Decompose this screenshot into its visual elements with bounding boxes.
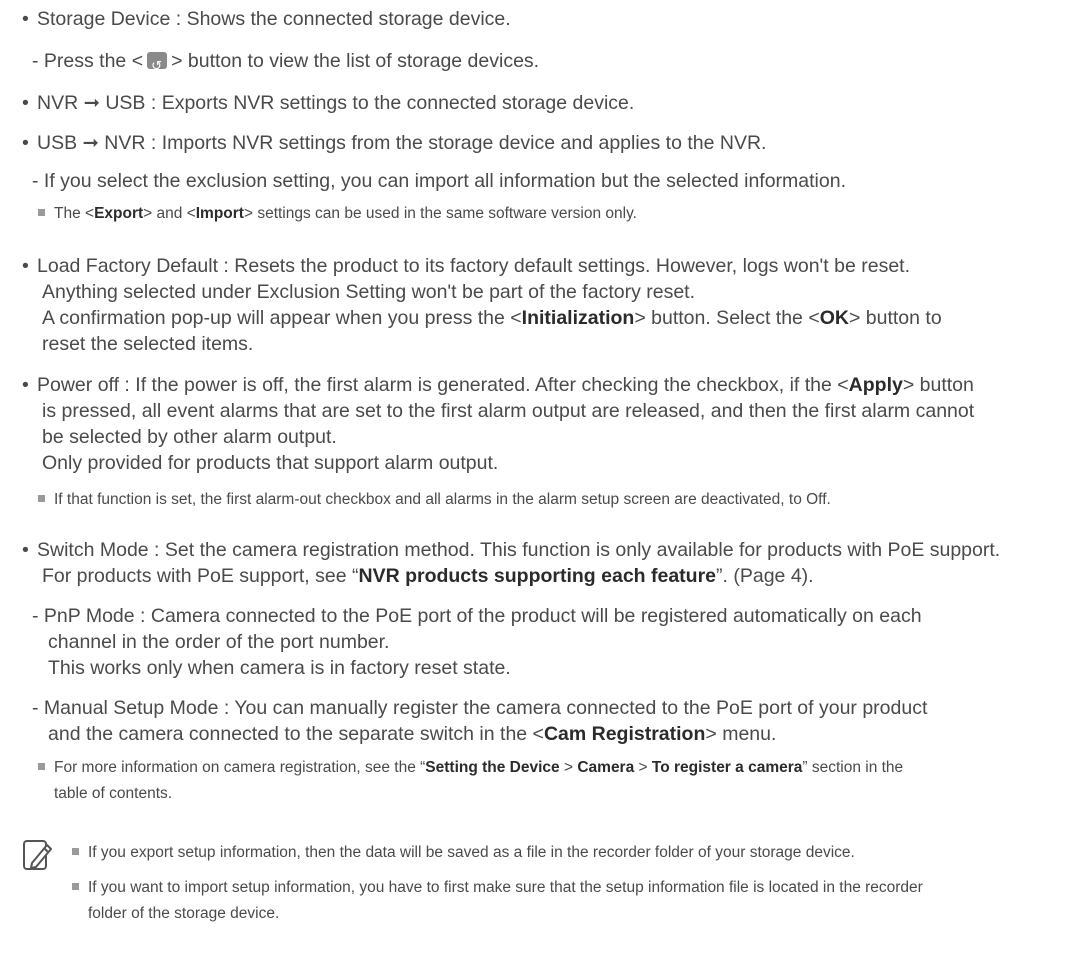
nvr-to-usb-item: • NVR ➞ USB : Exports NVR settings to the… (22, 88, 634, 118)
usb-to-nvr-item: • USB ➞ NVR : Imports NVR settings from t… (22, 128, 766, 158)
bullet: • (22, 92, 29, 114)
square-bullet (38, 209, 45, 216)
storage-device-item: • Storage Device : Shows the connected st… (22, 4, 511, 34)
export-import-note: The <Export> and <Import> settings can b… (38, 201, 637, 227)
return-button-icon (147, 51, 168, 81)
bullet: • (22, 132, 29, 154)
square-bullet (72, 883, 79, 890)
manual-setup-line-2: and the camera connected to the separate… (48, 723, 777, 745)
press-button-item: - Press the <> button to view the list o… (32, 46, 539, 81)
exclusion-item: - If you select the exclusion setting, y… (32, 170, 847, 192)
switch-mode-line-2: For products with PoE support, see “NVR … (42, 565, 814, 587)
power-off-note: If that function is set, the first alarm… (38, 487, 831, 513)
camera-registration-note: For more information on camera registrat… (38, 755, 903, 781)
load-factory-line-4: reset the selected items. (42, 333, 254, 355)
square-bullet (72, 848, 79, 855)
square-bullet (38, 495, 45, 502)
bullet: • (22, 255, 29, 277)
pnp-mode-line-3: This works only when camera is in factor… (48, 657, 511, 679)
memo-note-2-line-2: folder of the storage device. (88, 905, 280, 922)
power-off-line-4: Only provided for products that support … (42, 452, 499, 474)
memo-note-1: If you export setup information, then th… (72, 840, 855, 866)
manual-page: • Storage Device : Shows the connected st… (0, 0, 1088, 965)
bullet: • (22, 374, 29, 396)
bullet: • (22, 8, 29, 30)
pencil-note-icon (23, 840, 52, 870)
memo-note-2: If you want to import setup information,… (72, 875, 923, 901)
square-bullet (38, 763, 45, 770)
bullet: • (22, 539, 29, 561)
camera-registration-note-line-2: table of contents. (54, 785, 173, 802)
